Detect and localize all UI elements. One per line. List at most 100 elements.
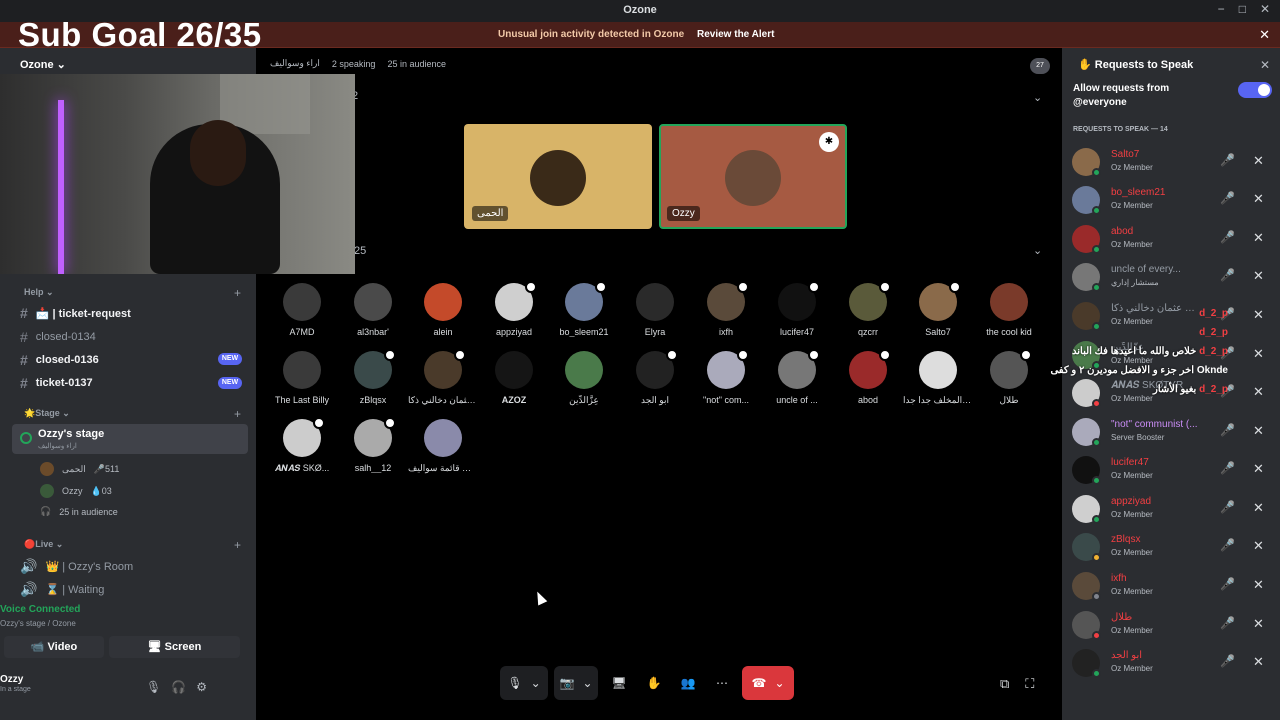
request-item[interactable]: lucifer47 Oz Member 🎤 ✕ [1062, 451, 1280, 489]
audience-member[interactable]: عِزَّالدِّين [549, 351, 619, 406]
maximize-button[interactable]: □ [1239, 2, 1246, 16]
mic-toggle-button[interactable]: 🎙 ⌄ [500, 666, 548, 700]
voice-channel-ozzys-room[interactable]: 🔊 👑 | Ozzy's Room [20, 558, 133, 575]
stage-member[interactable]: Ozzy 💧03 [40, 484, 112, 498]
voice-connected-status[interactable]: Voice Connected [0, 604, 80, 615]
leave-stage-button[interactable]: ☎ ⌄ [742, 666, 794, 700]
audience-member[interactable]: AZOZ [479, 351, 549, 405]
close-window-button[interactable]: ✕ [1260, 2, 1270, 16]
accept-request-icon[interactable]: 🎤 [1220, 423, 1235, 437]
reject-request-icon[interactable]: ✕ [1253, 230, 1264, 246]
add-channel-icon[interactable]: + [234, 407, 241, 421]
request-item[interactable]: appziyad Oz Member 🎤 ✕ [1062, 490, 1280, 528]
speaker-tile[interactable]: ✱ Ozzy [659, 124, 847, 229]
audience-member[interactable]: ت قائمة سواليف ... [408, 419, 478, 474]
audience-member[interactable]: A7MD [267, 283, 337, 337]
mic-icon[interactable]: 🎙 [146, 680, 161, 694]
add-channel-icon[interactable]: + [234, 538, 241, 552]
reject-request-icon[interactable]: ✕ [1253, 616, 1264, 632]
allow-requests-toggle[interactable] [1238, 82, 1272, 98]
audience-member[interactable]: Elyra [620, 283, 690, 337]
reject-request-icon[interactable]: ✕ [1253, 461, 1264, 477]
category-live[interactable]: 🔴Live ⌄ [24, 539, 63, 550]
audience-member[interactable]: lucifer47 [762, 281, 832, 337]
reject-request-icon[interactable]: ✕ [1253, 654, 1264, 670]
user-panel[interactable]: Ozzy In a stage [0, 674, 31, 693]
request-item[interactable]: abod Oz Member 🎤 ✕ [1062, 220, 1280, 258]
audience-member[interactable]: uncle of ... [762, 349, 832, 405]
accept-request-icon[interactable]: 🎤 [1220, 616, 1235, 630]
request-item[interactable]: طلال Oz Member 🎤 ✕ [1062, 606, 1280, 644]
audience-count-row[interactable]: 🎧 25 in audience [40, 506, 118, 517]
accept-request-icon[interactable]: 🎤 [1220, 577, 1235, 591]
channel-ticket-0137[interactable]: # ticket-0137 [20, 375, 93, 391]
fullscreen-icon[interactable]: ⛶ [1025, 676, 1034, 692]
stage-member[interactable]: الحمى 🎤511 [40, 462, 119, 476]
request-item[interactable]: ixfh Oz Member 🎤 ✕ [1062, 567, 1280, 605]
audience-member[interactable]: Salto7 [903, 281, 973, 337]
reject-request-icon[interactable]: ✕ [1253, 346, 1264, 362]
audience-member[interactable]: alein [408, 283, 478, 337]
accept-request-icon[interactable]: 🎤 [1220, 268, 1235, 282]
accept-request-icon[interactable]: 🎤 [1220, 191, 1235, 205]
accept-request-icon[interactable]: 🎤 [1220, 230, 1235, 244]
video-button[interactable]: 📹 Video [4, 636, 104, 658]
request-item[interactable]: Salto7 Oz Member 🎤 ✕ [1062, 143, 1280, 181]
audience-member[interactable]: ون المخلف جدا جدا ... [903, 351, 973, 406]
gear-icon[interactable]: ⚙ [196, 680, 207, 694]
accept-request-icon[interactable]: 🎤 [1220, 500, 1235, 514]
audience-member[interactable]: ixfh [691, 281, 761, 337]
server-name-button[interactable]: Ozone ⌄ [20, 58, 66, 71]
close-icon[interactable]: ✕ [1260, 58, 1270, 72]
reject-request-icon[interactable]: ✕ [1253, 268, 1264, 284]
chevron-down-icon[interactable]: ⌄ [1033, 244, 1042, 257]
screen-share-button[interactable]: 🖥 Screen [109, 636, 240, 658]
voice-channel-waiting[interactable]: 🔊 ⌛ | Waiting [20, 581, 104, 598]
reject-request-icon[interactable]: ✕ [1253, 423, 1264, 439]
camera-toggle-button[interactable]: 📷 ⌄ [554, 666, 598, 700]
category-help[interactable]: Help ⌄ [24, 287, 54, 298]
stage-channel-ozzys-stage[interactable]: Ozzy's stage اراء وسواليف [12, 424, 248, 454]
audience-member[interactable]: abod [833, 349, 903, 405]
request-item[interactable]: ابو الجد Oz Member 🎤 ✕ [1062, 644, 1280, 682]
audience-member[interactable]: "not" com... [691, 349, 761, 405]
request-item[interactable]: "not" communist (... Server Booster 🎤 ✕ [1062, 413, 1280, 451]
popout-icon[interactable]: ⧉ [1000, 676, 1009, 692]
reject-request-icon[interactable]: ✕ [1253, 500, 1264, 516]
add-channel-icon[interactable]: + [234, 286, 241, 300]
accept-request-icon[interactable]: 🎤 [1220, 538, 1235, 552]
audience-member[interactable]: bo_sleem21 [549, 281, 619, 337]
reject-request-icon[interactable]: ✕ [1253, 307, 1264, 323]
channel-closed-0136[interactable]: # closed-0136 [20, 352, 99, 368]
reject-request-icon[interactable]: ✕ [1253, 153, 1264, 169]
audience-member[interactable]: 𝑨𝑵𝑨𝑺 SKØ... [267, 417, 337, 474]
chevron-down-icon[interactable]: ⌄ [1033, 91, 1042, 104]
audience-member[interactable]: ابو الجد [620, 349, 690, 406]
chat-icon[interactable]: 27 [1030, 58, 1050, 74]
audience-member[interactable]: عثمان دخالني ذكا ... [408, 349, 478, 406]
channel-closed-0134[interactable]: # closed-0134 [20, 329, 96, 345]
minimize-button[interactable]: − [1218, 2, 1225, 16]
more-options-icon[interactable]: ⋯ [708, 666, 736, 700]
reject-request-icon[interactable]: ✕ [1253, 538, 1264, 554]
reject-request-icon[interactable]: ✕ [1253, 191, 1264, 207]
alert-close-icon[interactable]: ✕ [1259, 27, 1270, 43]
accept-request-icon[interactable]: 🎤 [1220, 461, 1235, 475]
audience-member[interactable]: The Last Billy [267, 351, 337, 405]
accept-request-icon[interactable]: 🎤 [1220, 654, 1235, 668]
audience-member[interactable]: qzcrr [833, 281, 903, 337]
audience-member[interactable]: salh__12 [338, 417, 408, 473]
accept-request-icon[interactable]: 🎤 [1220, 153, 1235, 167]
invite-icon[interactable]: 👥 [674, 666, 702, 700]
speaker-tile[interactable]: الحمى [464, 124, 652, 229]
audience-member[interactable]: al3nbar' [338, 283, 408, 337]
category-stage[interactable]: 🌟Stage ⌄ [24, 408, 70, 419]
channel-ticket-request[interactable]: # 📩 | ticket-request [20, 305, 131, 321]
request-item[interactable]: uncle of every... مستشار إداري 🎤 ✕ [1062, 258, 1280, 296]
audience-member[interactable]: zBlqsx [338, 349, 408, 405]
reject-request-icon[interactable]: ✕ [1253, 577, 1264, 593]
audience-member[interactable]: appziyad [479, 281, 549, 337]
review-alert-button[interactable]: Review the Alert [697, 29, 774, 40]
mute-hand-icon[interactable]: ✋ [640, 666, 668, 700]
request-item[interactable]: bo_sleem21 Oz Member 🎤 ✕ [1062, 181, 1280, 219]
